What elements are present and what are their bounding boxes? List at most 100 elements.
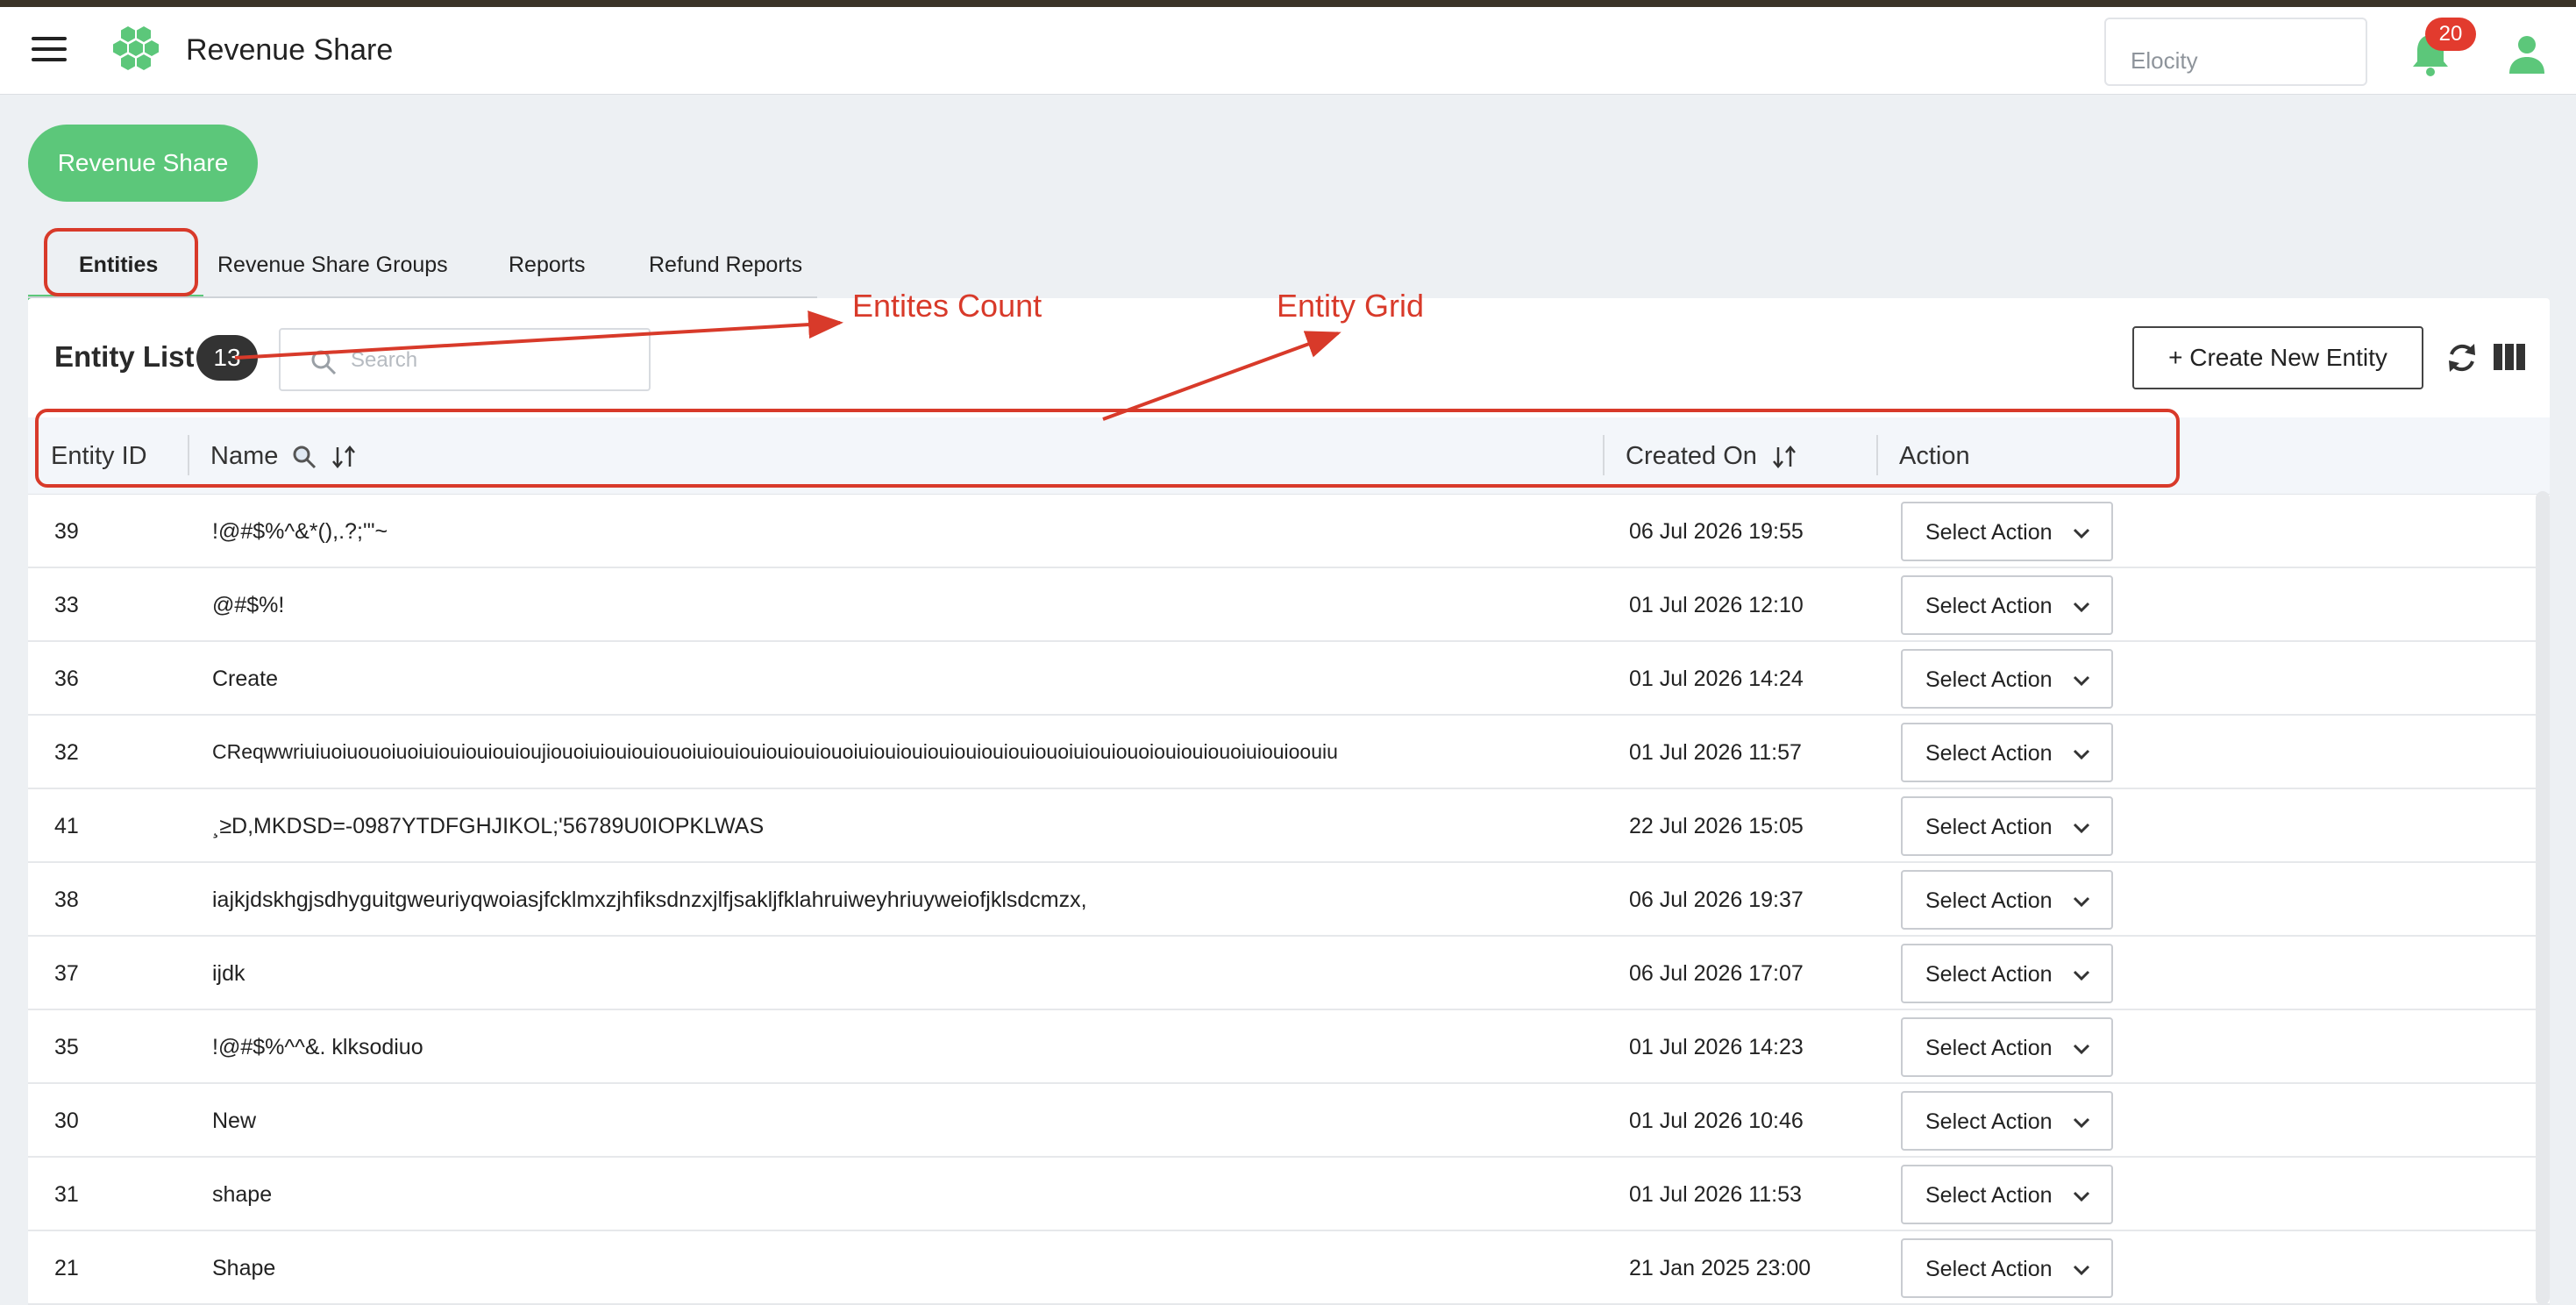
- column-separator: [1876, 435, 1878, 475]
- entity-list-title: Entity List: [54, 340, 195, 373]
- tab-refund-reports[interactable]: Refund Reports: [649, 253, 802, 278]
- column-header-action: Action: [1899, 442, 1970, 470]
- cell-entity-id: 37: [54, 961, 79, 986]
- revenue-share-button[interactable]: Revenue Share: [28, 125, 258, 202]
- select-action-dropdown[interactable]: Select Action: [1901, 944, 2113, 1003]
- cell-name: @#$%!: [212, 593, 285, 617]
- select-action-label: Select Action: [1925, 520, 2053, 545]
- table-row: 37 ijdk 06 Jul 2026 17:07 Select Action: [28, 937, 2550, 1010]
- cell-name: Shape: [212, 1256, 276, 1280]
- chevron-down-icon: [2073, 602, 2090, 613]
- cell-created-on: 01 Jul 2026 10:46: [1629, 1109, 1804, 1133]
- cell-entity-id: 38: [54, 888, 79, 912]
- cell-entity-id: 35: [54, 1035, 79, 1059]
- select-action-label: Select Action: [1925, 1036, 2053, 1060]
- tab-bar: Entities Revenue Share Groups Reports Re…: [28, 228, 817, 300]
- cell-name: New: [212, 1109, 257, 1133]
- chevron-down-icon: [2073, 896, 2090, 908]
- column-separator: [188, 435, 189, 475]
- logo-icon: [113, 26, 159, 70]
- select-action-dropdown[interactable]: Select Action: [1901, 1017, 2113, 1077]
- chevron-down-icon: [2073, 749, 2090, 760]
- select-action-dropdown[interactable]: Select Action: [1901, 796, 2113, 856]
- table-row: 32 CReqwwriuiuoiuouoiuoiuiouiouiouioujio…: [28, 716, 2550, 789]
- select-action-label: Select Action: [1925, 962, 2053, 987]
- cell-created-on: 01 Jul 2026 14:24: [1629, 667, 1804, 691]
- select-action-label: Select Action: [1925, 815, 2053, 839]
- sort-icon[interactable]: [331, 445, 357, 469]
- user-icon[interactable]: [2508, 33, 2546, 75]
- select-action-dropdown[interactable]: Select Action: [1901, 1165, 2113, 1224]
- select-action-dropdown[interactable]: Select Action: [1901, 649, 2113, 709]
- table-row: 39 !@#$%^&*(),.?;'"~ 06 Jul 2026 19:55 S…: [28, 495, 2550, 568]
- cell-name: Create: [212, 667, 279, 691]
- tab-revenue-share-groups[interactable]: Revenue Share Groups: [217, 253, 448, 278]
- select-action-label: Select Action: [1925, 594, 2053, 618]
- cell-entity-id: 32: [54, 740, 79, 765]
- select-action-dropdown[interactable]: Select Action: [1901, 1091, 2113, 1151]
- select-action-label: Select Action: [1925, 1183, 2053, 1208]
- select-action-dropdown[interactable]: Select Action: [1901, 575, 2113, 635]
- select-action-dropdown[interactable]: Select Action: [1901, 1238, 2113, 1298]
- cell-name: shape: [212, 1182, 273, 1207]
- select-action-dropdown[interactable]: Select Action: [1901, 502, 2113, 561]
- refresh-icon[interactable]: [2444, 340, 2480, 375]
- cell-created-on: 22 Jul 2026 15:05: [1629, 814, 1804, 838]
- select-action-label: Select Action: [1925, 741, 2053, 766]
- cell-created-on: 06 Jul 2026 19:55: [1629, 519, 1804, 544]
- table-row: 36 Create 01 Jul 2026 14:24 Select Actio…: [28, 642, 2550, 716]
- columns-icon[interactable]: [2494, 344, 2525, 370]
- chevron-down-icon: [2073, 1044, 2090, 1055]
- chevron-down-icon: [2073, 1191, 2090, 1202]
- entity-count-badge: 13: [196, 335, 258, 381]
- table-row: 31 shape 01 Jul 2026 11:53 Select Action: [28, 1158, 2550, 1231]
- org-selector[interactable]: Elocity: [2104, 18, 2367, 86]
- cell-entity-id: 36: [54, 667, 79, 691]
- column-header-name-wrap: Name: [210, 442, 357, 471]
- cell-name: CReqwwriuiuoiuouoiuoiuiouiouiouioujiouoi…: [212, 740, 1338, 763]
- app-title: Revenue Share: [186, 33, 394, 67]
- table-row: 21 Shape 21 Jan 2025 23:00 Select Action: [28, 1231, 2550, 1305]
- search-icon[interactable]: [292, 445, 317, 469]
- cell-created-on: 01 Jul 2026 11:57: [1629, 740, 1802, 765]
- select-action-dropdown[interactable]: Select Action: [1901, 723, 2113, 782]
- column-header-created-on[interactable]: Created On: [1626, 442, 1757, 470]
- vertical-scrollbar[interactable]: [2536, 491, 2550, 1305]
- table-header: Entity ID Name Created On Action: [28, 417, 2550, 495]
- cell-name: !@#$%^&*(),.?;'"~: [212, 519, 388, 544]
- cell-created-on: 01 Jul 2026 14:23: [1629, 1035, 1804, 1059]
- notification-badge: 20: [2425, 18, 2476, 51]
- table-row: 35 !@#$%^^&. klksodiuo 01 Jul 2026 14:23…: [28, 1010, 2550, 1084]
- annotation-label-grid: Entity Grid: [1277, 288, 1425, 324]
- table-row: 41 ¸≥D,MKDSD=-0987YTDFGHJIKOL;'56789U0IO…: [28, 789, 2550, 863]
- cell-created-on: 21 Jan 2025 23:00: [1629, 1256, 1811, 1280]
- column-separator: [1603, 435, 1605, 475]
- column-header-entity-id[interactable]: Entity ID: [51, 442, 147, 471]
- chevron-down-icon: [2073, 528, 2090, 539]
- tab-reports[interactable]: Reports: [509, 253, 586, 278]
- select-action-label: Select Action: [1925, 667, 2053, 692]
- menu-icon[interactable]: [32, 37, 67, 63]
- cell-created-on: 01 Jul 2026 12:10: [1629, 593, 1804, 617]
- cell-name: iajkjdskhgjsdhyguitgweuriyqwoiasjfcklmxz…: [212, 888, 1087, 912]
- search-box: [279, 328, 651, 391]
- select-action-dropdown[interactable]: Select Action: [1901, 870, 2113, 930]
- cell-entity-id: 41: [54, 814, 79, 838]
- top-bar: Revenue Share Elocity 20: [0, 7, 2576, 95]
- cell-created-on: 06 Jul 2026 19:37: [1629, 888, 1804, 912]
- chevron-down-icon: [2073, 970, 2090, 981]
- search-input[interactable]: [351, 342, 631, 379]
- create-new-entity-button[interactable]: + Create New Entity: [2132, 326, 2423, 389]
- cell-entity-id: 30: [54, 1109, 79, 1133]
- search-icon: [311, 350, 337, 375]
- annotation-label-count: Entites Count: [852, 288, 1042, 324]
- tab-entities[interactable]: Entities: [79, 253, 158, 278]
- sort-icon[interactable]: [1771, 445, 1797, 469]
- cell-created-on: 01 Jul 2026 11:53: [1629, 1182, 1802, 1207]
- chevron-down-icon: [2073, 823, 2090, 834]
- cell-entity-id: 39: [54, 519, 79, 544]
- table-row: 30 New 01 Jul 2026 10:46 Select Action: [28, 1084, 2550, 1158]
- entity-panel: Entity List 13 + Create New Entity Entit…: [28, 298, 2550, 1305]
- cell-created-on: 06 Jul 2026 17:07: [1629, 961, 1804, 986]
- column-header-name[interactable]: Name: [210, 442, 278, 470]
